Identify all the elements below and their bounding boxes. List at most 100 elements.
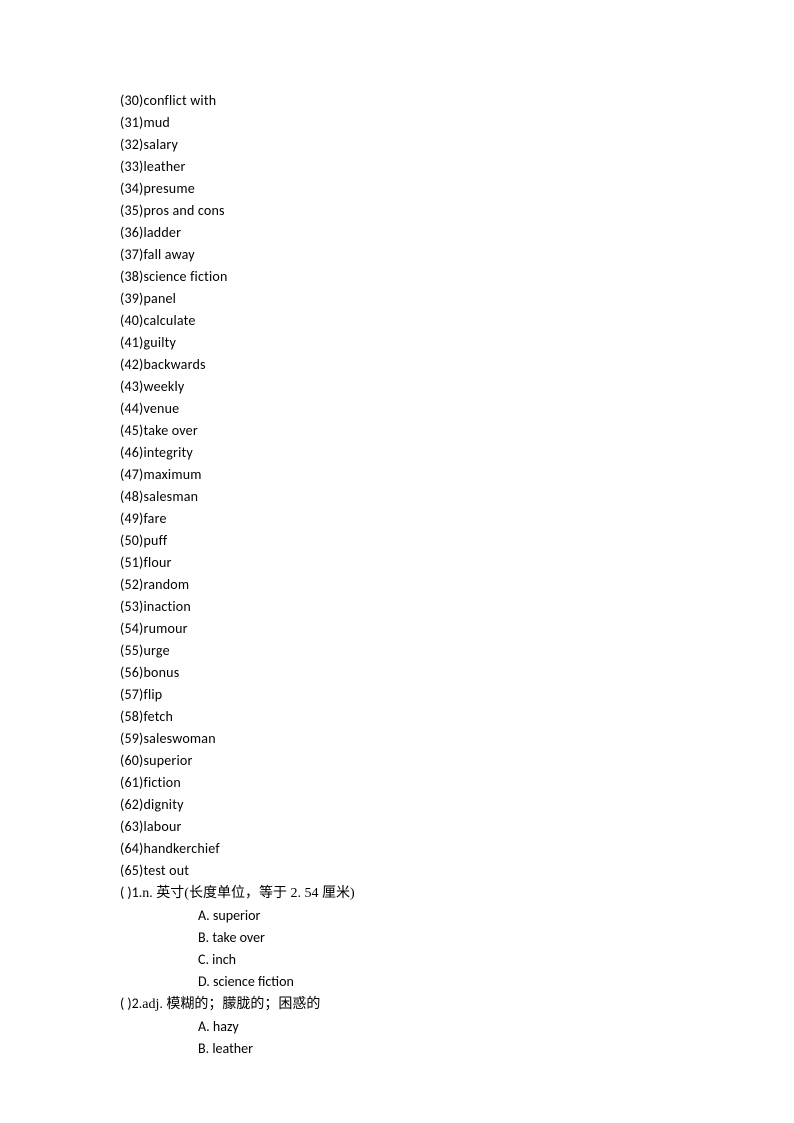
vocab-word: fall away <box>143 246 194 263</box>
vocab-item: (65)test out <box>120 860 714 881</box>
answer-blank[interactable]: ( ) <box>120 882 132 903</box>
question-number: 1. <box>132 882 143 903</box>
vocab-word: integrity <box>143 444 192 461</box>
vocab-item: (64)handkerchief <box>120 838 714 859</box>
question-option[interactable]: A. superior <box>120 905 714 926</box>
vocab-item: (51)flour <box>120 552 714 573</box>
vocab-number: (34) <box>120 180 143 197</box>
vocab-word: rumour <box>143 620 187 637</box>
vocab-word: flip <box>143 686 162 703</box>
vocab-word: calculate <box>143 312 195 329</box>
vocab-item: (53)inaction <box>120 596 714 617</box>
vocab-item: (33)leather <box>120 156 714 177</box>
vocab-item: (31)mud <box>120 112 714 133</box>
vocab-word: mud <box>143 114 170 131</box>
vocab-item: (45)take over <box>120 420 714 441</box>
vocab-number: (49) <box>120 510 143 527</box>
vocab-number: (43) <box>120 378 143 395</box>
vocab-word: panel <box>143 290 176 307</box>
vocab-number: (37) <box>120 246 143 263</box>
vocab-word: conflict with <box>143 92 216 109</box>
vocab-word: maximum <box>143 466 201 483</box>
vocab-item: (54)rumour <box>120 618 714 639</box>
vocab-number: (57) <box>120 686 143 703</box>
vocab-item: (32)salary <box>120 134 714 155</box>
vocab-number: (55) <box>120 642 143 659</box>
vocab-word: weekly <box>143 378 184 395</box>
vocab-number: (51) <box>120 554 143 571</box>
vocab-word: handkerchief <box>143 840 219 857</box>
vocab-item: (61)fiction <box>120 772 714 793</box>
vocab-number: (32) <box>120 136 143 153</box>
vocab-number: (40) <box>120 312 143 329</box>
vocab-word: salary <box>143 136 178 153</box>
vocab-number: (45) <box>120 422 143 439</box>
vocab-number: (38) <box>120 268 143 285</box>
vocab-number: (59) <box>120 730 143 747</box>
vocab-item: (49)fare <box>120 508 714 529</box>
vocab-item: (59)saleswoman <box>120 728 714 749</box>
vocab-item: (56)bonus <box>120 662 714 683</box>
answer-blank[interactable]: ( ) <box>120 993 132 1014</box>
vocab-number: (58) <box>120 708 143 725</box>
vocab-item: (30)conflict with <box>120 90 714 111</box>
vocab-item: (36)ladder <box>120 222 714 243</box>
question-number: 2. <box>132 993 143 1014</box>
vocab-word: science fiction <box>143 268 227 285</box>
vocab-item: (52)random <box>120 574 714 595</box>
vocab-item: (43)weekly <box>120 376 714 397</box>
vocab-item: (47)maximum <box>120 464 714 485</box>
vocab-number: (36) <box>120 224 143 241</box>
vocab-word: fare <box>143 510 166 527</box>
vocab-word: pros and cons <box>143 202 224 219</box>
vocab-word: ladder <box>143 224 181 241</box>
vocab-word: labour <box>143 818 181 835</box>
vocab-item: (46)integrity <box>120 442 714 463</box>
vocab-number: (35) <box>120 202 143 219</box>
question-option[interactable]: C. inch <box>120 949 714 970</box>
vocab-number: (50) <box>120 532 143 549</box>
vocab-item: (37)fall away <box>120 244 714 265</box>
vocab-number: (53) <box>120 598 143 615</box>
question-option[interactable]: B. leather <box>120 1038 714 1059</box>
question-prompt: adj. 模糊的；朦胧的；困惑的 <box>142 997 320 1012</box>
question-prompt: n. 英寸(长度单位，等于 2. 54 厘米) <box>142 886 354 901</box>
vocab-number: (63) <box>120 818 143 835</box>
vocab-number: (44) <box>120 400 143 417</box>
document-body: (30)conflict with(31)mud(32)salary(33)le… <box>0 0 794 1059</box>
vocab-word: saleswoman <box>143 730 215 747</box>
vocab-item: (60)superior <box>120 750 714 771</box>
vocab-number: (60) <box>120 752 143 769</box>
vocab-word: venue <box>143 400 179 417</box>
vocab-number: (65) <box>120 862 143 879</box>
vocab-number: (48) <box>120 488 143 505</box>
vocab-number: (47) <box>120 466 143 483</box>
question-option[interactable]: B. take over <box>120 927 714 948</box>
vocab-number: (30) <box>120 92 143 109</box>
question-option[interactable]: A. hazy <box>120 1016 714 1037</box>
vocab-word: puff <box>143 532 167 549</box>
vocab-number: (31) <box>120 114 143 131</box>
vocab-word: urge <box>143 642 169 659</box>
vocab-word: backwards <box>143 356 205 373</box>
vocab-word: presume <box>143 180 194 197</box>
vocab-word: dignity <box>143 796 183 813</box>
vocab-number: (41) <box>120 334 143 351</box>
vocab-word: guilty <box>143 334 176 351</box>
vocab-item: (62)dignity <box>120 794 714 815</box>
vocab-word: flour <box>143 554 171 571</box>
vocab-item: (40)calculate <box>120 310 714 331</box>
question-line: ( )2.adj. 模糊的；朦胧的；困惑的 <box>120 993 714 1015</box>
vocab-number: (33) <box>120 158 143 175</box>
vocab-word: fetch <box>143 708 173 725</box>
vocab-item: (50)puff <box>120 530 714 551</box>
vocab-item: (35)pros and cons <box>120 200 714 221</box>
vocab-word: superior <box>143 752 192 769</box>
question-option[interactable]: D. science fiction <box>120 971 714 992</box>
vocab-number: (56) <box>120 664 143 681</box>
vocab-item: (44)venue <box>120 398 714 419</box>
vocab-list: (30)conflict with(31)mud(32)salary(33)le… <box>120 90 714 881</box>
vocab-word: salesman <box>143 488 198 505</box>
vocab-word: take over <box>143 422 197 439</box>
vocab-word: bonus <box>143 664 179 681</box>
